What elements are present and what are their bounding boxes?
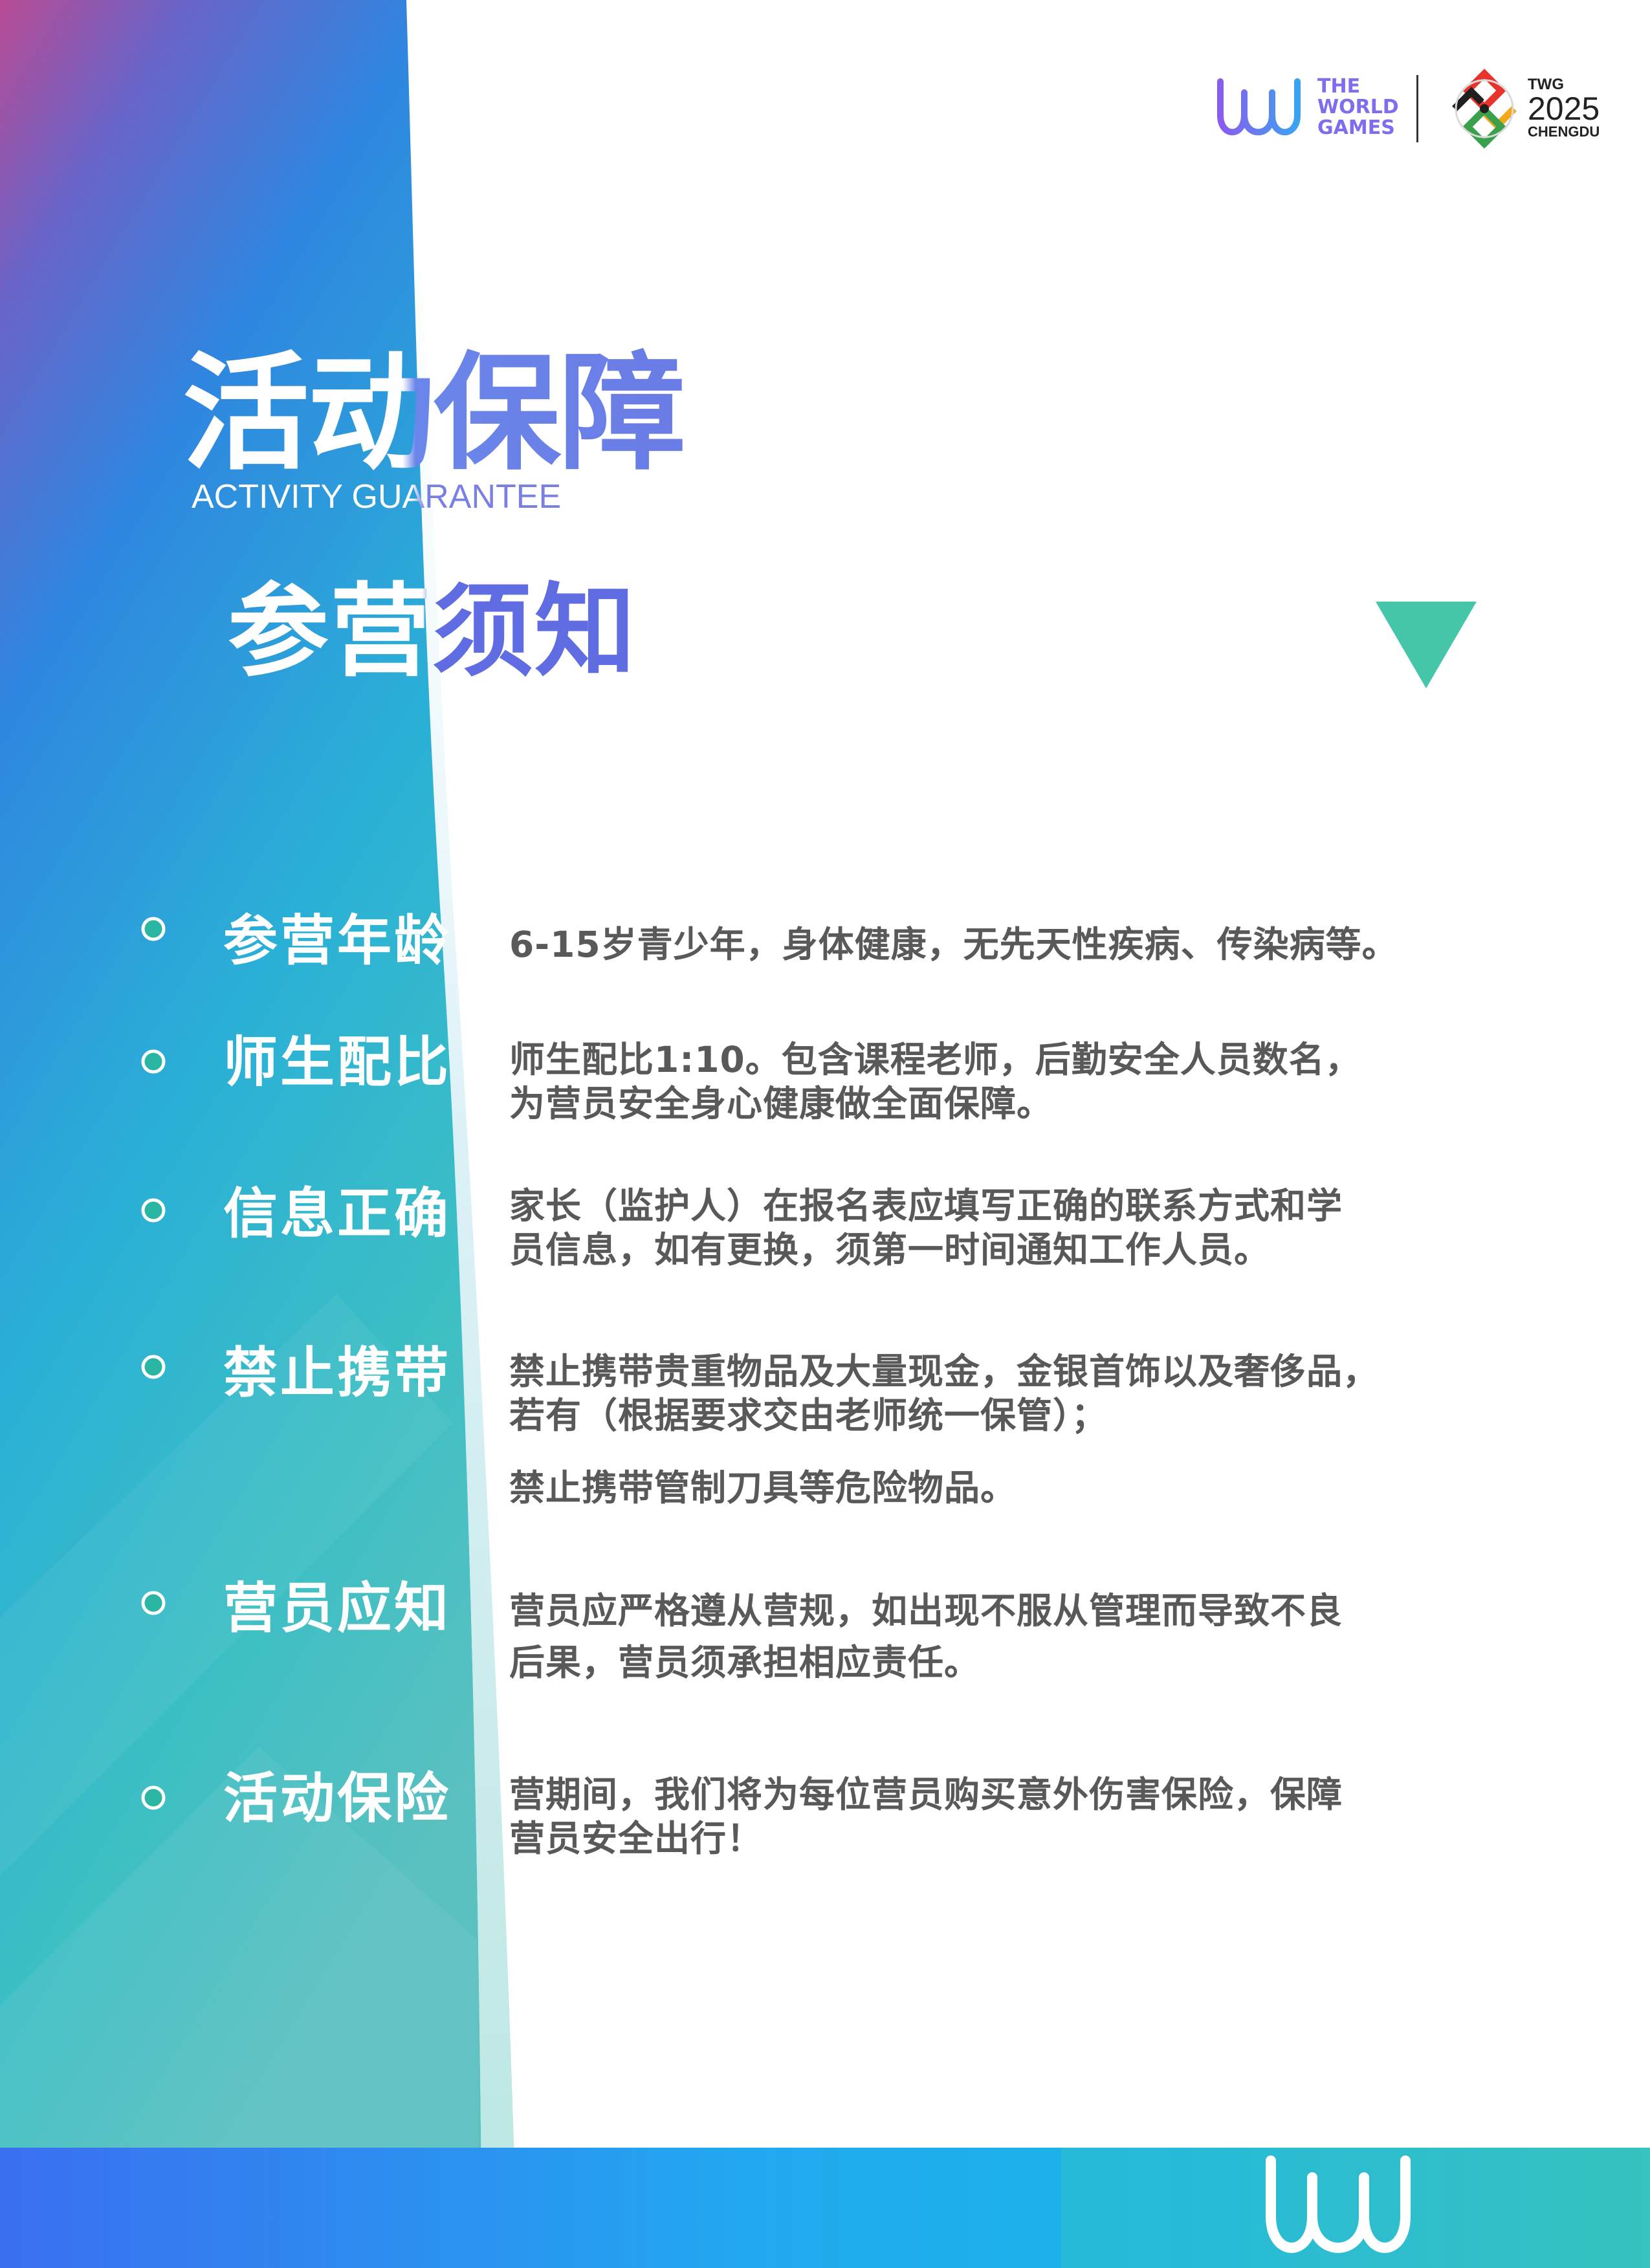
footer-world-games-w-icon <box>1266 2155 1411 2253</box>
world-games-line: GAMES <box>1317 116 1395 139</box>
bullet-icon <box>141 1591 166 1615</box>
world-games-line: THE <box>1317 75 1361 98</box>
item-line: 为营员安全身心健康做全面保障。 <box>509 1083 1053 1124</box>
bullet-icon <box>141 1785 166 1810</box>
down-triangle-icon <box>1376 602 1477 688</box>
item-text-prohibited: 禁止携带贵重物品及大量现金，金银首饰以及奢侈品， 若有（根据要求交由老师统一保管… <box>509 1349 1480 1510</box>
twg-city: CHENGDU <box>1528 124 1600 140</box>
item-line: 禁止携带贵重物品及大量现金，金银首饰以及奢侈品， <box>509 1351 1380 1392</box>
item-line: 员信息，如有更换，须第一时间通知工作人员。 <box>509 1229 1271 1270</box>
world-games-w-icon <box>1217 78 1301 136</box>
twg-wordmark: TWG 2025 CHENGDU <box>1528 76 1600 140</box>
bullet-icon <box>141 1049 166 1074</box>
twg-emblem-icon <box>1452 69 1517 149</box>
item-label-rules: 营员应知 <box>223 1576 452 1640</box>
item-label-age: 参营年龄 <box>223 909 452 972</box>
bullet-icon <box>141 1355 166 1379</box>
header-logos: THE WORLD GAMES TWG 2025 CHENGDU <box>1215 65 1603 155</box>
item-text-insurance: 营期间，我们将为每位营员购买意外伤害保险，保障 营员安全出行！ <box>509 1772 1480 1860</box>
item-text-info: 家长（监护人）在报名表应填写正确的联系方式和学 员信息，如有更换，须第一时间通知… <box>509 1184 1480 1272</box>
item-line: 禁止携带管制刀具等危险物品。 <box>509 1467 1017 1509</box>
item-line: 营期间，我们将为每位营员购买意外伤害保险，保障 <box>509 1774 1343 1815</box>
item-text-ratio: 师生配比1:10。包含课程老师，后勤安全人员数名， 为营员安全身心健康做全面保障… <box>509 1038 1480 1126</box>
item-line: 6-15岁青少年，身体健康，无先天性疾病、传染病等。 <box>509 924 1398 965</box>
item-label-prohibited: 禁止携带 <box>223 1341 452 1404</box>
page-subtitle: ACTIVITY GUARANTEE <box>192 478 562 516</box>
section-title: 参营须知 <box>228 572 637 690</box>
item-line: 师生配比1:10。包含课程老师，后勤安全人员数名， <box>509 1039 1361 1080</box>
logo-divider <box>1416 75 1418 142</box>
item-text-rules: 营员应严格遵从营规，如出现不服从管理而导致不良 后果，营员须承担相应责任。 <box>509 1585 1480 1688</box>
item-label-info: 信息正确 <box>223 1182 452 1245</box>
item-label-ratio: 师生配比 <box>223 1030 452 1094</box>
item-line: 后果，营员须承担相应责任。 <box>509 1642 981 1683</box>
page-title: 活动保障 <box>182 340 686 488</box>
bullet-icon <box>141 1198 166 1223</box>
item-label-insurance: 活动保险 <box>223 1767 452 1830</box>
item-line: 若有（根据要求交由老师统一保管）； <box>509 1395 1108 1436</box>
world-games-wordmark: THE WORLD GAMES <box>1317 76 1399 138</box>
item-text-age: 6-15岁青少年，身体健康，无先天性疾病、传染病等。 <box>509 922 1480 966</box>
twg-year: 2025 <box>1528 91 1600 127</box>
item-line: 家长（监护人）在报名表应填写正确的联系方式和学 <box>509 1185 1343 1227</box>
item-line: 营员安全出行！ <box>509 1818 764 1859</box>
item-line: 营员应严格遵从营规，如出现不服从管理而导致不良 <box>509 1590 1343 1631</box>
world-games-line: WORLD <box>1317 96 1399 118</box>
bullet-icon <box>141 917 166 941</box>
